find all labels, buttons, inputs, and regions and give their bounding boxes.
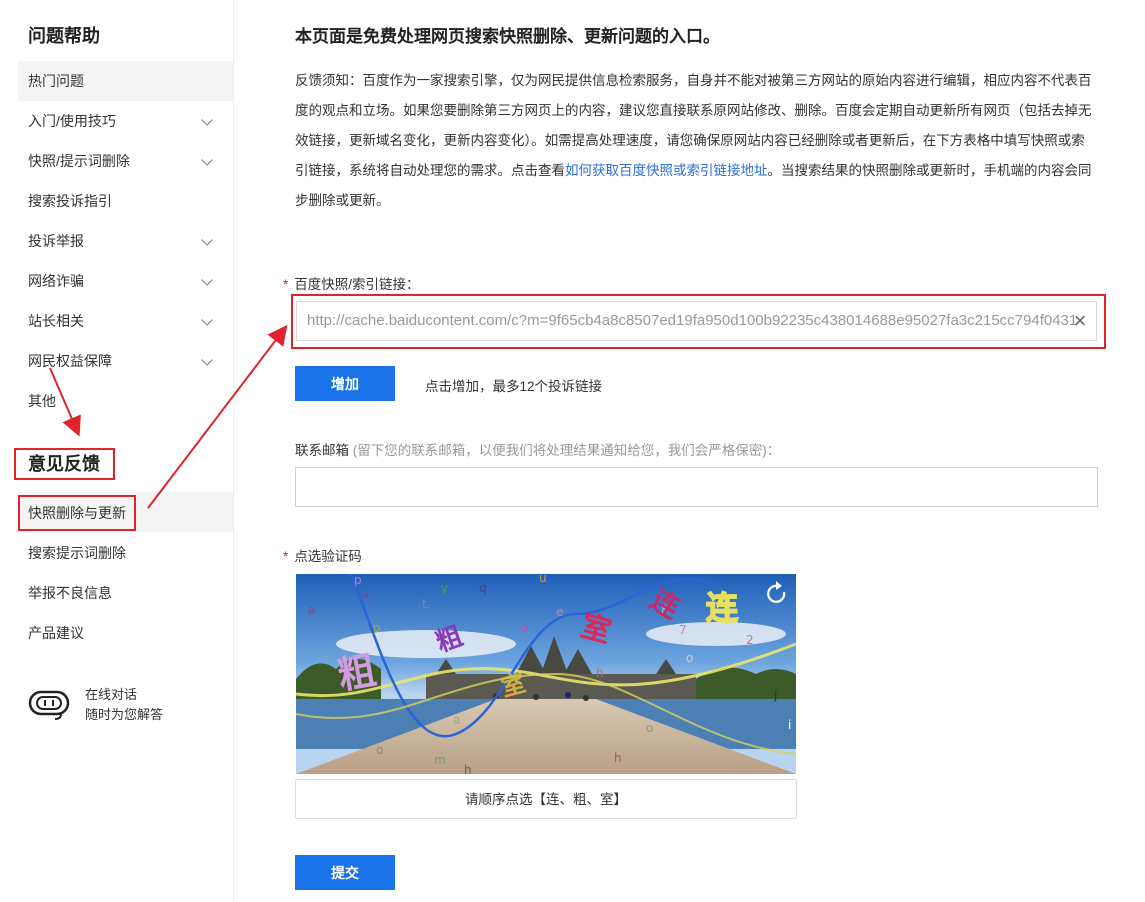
url-label-text: 百度快照/索引链接： [294, 277, 420, 292]
svg-text:7: 7 [679, 623, 687, 637]
captcha-label-text: 点选验证码 [294, 549, 362, 564]
svg-text:a: a [308, 603, 315, 617]
add-hint: 点击增加，最多12个投诉链接 [425, 379, 603, 394]
sidebar-item-label: 产品建议 [28, 625, 84, 641]
chevron-down-icon [201, 154, 213, 166]
svg-text:a: a [362, 587, 369, 601]
required-mark: * [283, 549, 289, 564]
sidebar-item-suggestion-deletion[interactable]: 搜索提示词删除 [18, 533, 233, 573]
captcha-image[interactable]: p a a y q u t. p e 8 7 2 o o h j i h h m… [296, 574, 796, 774]
sidebar-item-snapshot-deletion[interactable]: 快照/提示词删除 [18, 141, 233, 181]
svg-text:粗: 粗 [334, 648, 379, 698]
svg-text:h: h [614, 751, 622, 765]
svg-text:o: o [646, 721, 653, 735]
sidebar-item-label: 举报不良信息 [28, 585, 112, 601]
sidebar-item-label: 快照/提示词删除 [28, 153, 130, 169]
sidebar-item-getting-started[interactable]: 入门/使用技巧 [18, 101, 233, 141]
snapshot-url-input[interactable]: http://cache.baiducontent.com/c?m=9f65cb… [296, 301, 1097, 341]
email-label-text: 联系邮箱 [295, 443, 349, 458]
svg-text:h: h [596, 666, 604, 680]
sidebar-item-label: 网络诈骗 [28, 273, 84, 289]
svg-text:h: h [464, 763, 472, 774]
headset-icon [28, 690, 70, 720]
svg-text:q: q [479, 581, 487, 595]
email-hint: (留下您的联系邮箱，以便我们将处理结果通知给您，我们会严格保密)： [352, 443, 781, 458]
svg-text:p: p [373, 621, 381, 635]
chat-title: 在线对话 [85, 687, 138, 702]
svg-text:j: j [773, 688, 777, 702]
sidebar-item-fraud[interactable]: 网络诈骗 [18, 261, 233, 301]
sidebar-item-webmaster[interactable]: 站长相关 [18, 301, 233, 341]
sidebar-title: 问题帮助 [28, 26, 100, 46]
sidebar-item-product-suggestion[interactable]: 产品建议 [18, 613, 233, 653]
email-label: 联系邮箱 (留下您的联系邮箱，以便我们将处理结果通知给您，我们会严格保密)： [295, 439, 780, 459]
submit-button[interactable]: 提交 [295, 855, 395, 890]
chevron-down-icon [201, 274, 213, 286]
sidebar-item-snapshot-update[interactable]: 快照删除与更新 [18, 495, 136, 531]
snapshot-link-help[interactable]: 如何获取百度快照或索引链接地址 [565, 163, 768, 178]
svg-text:t.: t. [422, 597, 431, 611]
sidebar-item-label: 站长相关 [28, 313, 84, 329]
sidebar-item-label: 网民权益保障 [28, 353, 112, 369]
svg-text:连: 连 [706, 589, 738, 627]
sidebar: 问题帮助 热门问题 入门/使用技巧 快照/提示词删除 搜索投诉指引 投诉举报 网… [0, 0, 234, 902]
svg-text:a: a [453, 713, 460, 727]
sidebar-item-label: 投诉举报 [28, 233, 84, 249]
chevron-down-icon [201, 314, 213, 326]
url-label: * 百度快照/索引链接： [283, 273, 420, 293]
sidebar-item-label: 搜索提示词删除 [28, 545, 126, 561]
sidebar-item-label: 入门/使用技巧 [28, 113, 116, 129]
svg-text:i: i [788, 718, 791, 732]
sidebar-item-report[interactable]: 投诉举报 [18, 221, 233, 261]
svg-text:o: o [521, 621, 528, 635]
page-title: 本页面是免费处理网页搜索快照删除、更新问题的入口。 [295, 27, 720, 46]
svg-text:o: o [686, 651, 693, 665]
sidebar-item-label: 搜索投诉指引 [28, 193, 112, 209]
sidebar-item-complaint-guide[interactable]: 搜索投诉指引 [18, 181, 233, 221]
sidebar-item-label: 其他 [28, 393, 56, 409]
add-button[interactable]: 增加 [295, 366, 395, 401]
svg-text:o: o [376, 743, 383, 757]
feedback-section-title: 意见反馈 [14, 448, 115, 480]
sidebar-item-label: 热门问题 [28, 73, 84, 89]
svg-text:p: p [354, 574, 362, 587]
sidebar-item-other[interactable]: 其他 [18, 381, 233, 421]
svg-text:m: m [434, 753, 446, 767]
notice-text: 反馈须知：百度作为一家搜索引擎，仅为网民提供信息检索服务，自身并不能对被第三方网… [295, 66, 1095, 216]
sidebar-item-user-rights[interactable]: 网民权益保障 [18, 341, 233, 381]
chevron-down-icon [201, 234, 213, 246]
sidebar-item-report-bad-info[interactable]: 举报不良信息 [18, 573, 233, 613]
sidebar-item-hot-questions[interactable]: 热门问题 [18, 61, 233, 101]
required-mark: * [283, 277, 289, 292]
svg-text:u: u [539, 574, 547, 585]
chat-subtitle: 随时为您解答 [85, 707, 164, 722]
svg-text:e: e [556, 605, 563, 619]
svg-text:y: y [441, 581, 448, 595]
chevron-down-icon [201, 354, 213, 366]
svg-text:2: 2 [746, 633, 754, 647]
email-field[interactable] [295, 467, 1098, 507]
chevron-down-icon [201, 114, 213, 126]
captcha-prompt: 请顺序点选【连、粗、室】 [295, 779, 797, 819]
clear-icon[interactable]: × [1070, 309, 1090, 333]
captcha-label: * 点选验证码 [283, 545, 362, 565]
